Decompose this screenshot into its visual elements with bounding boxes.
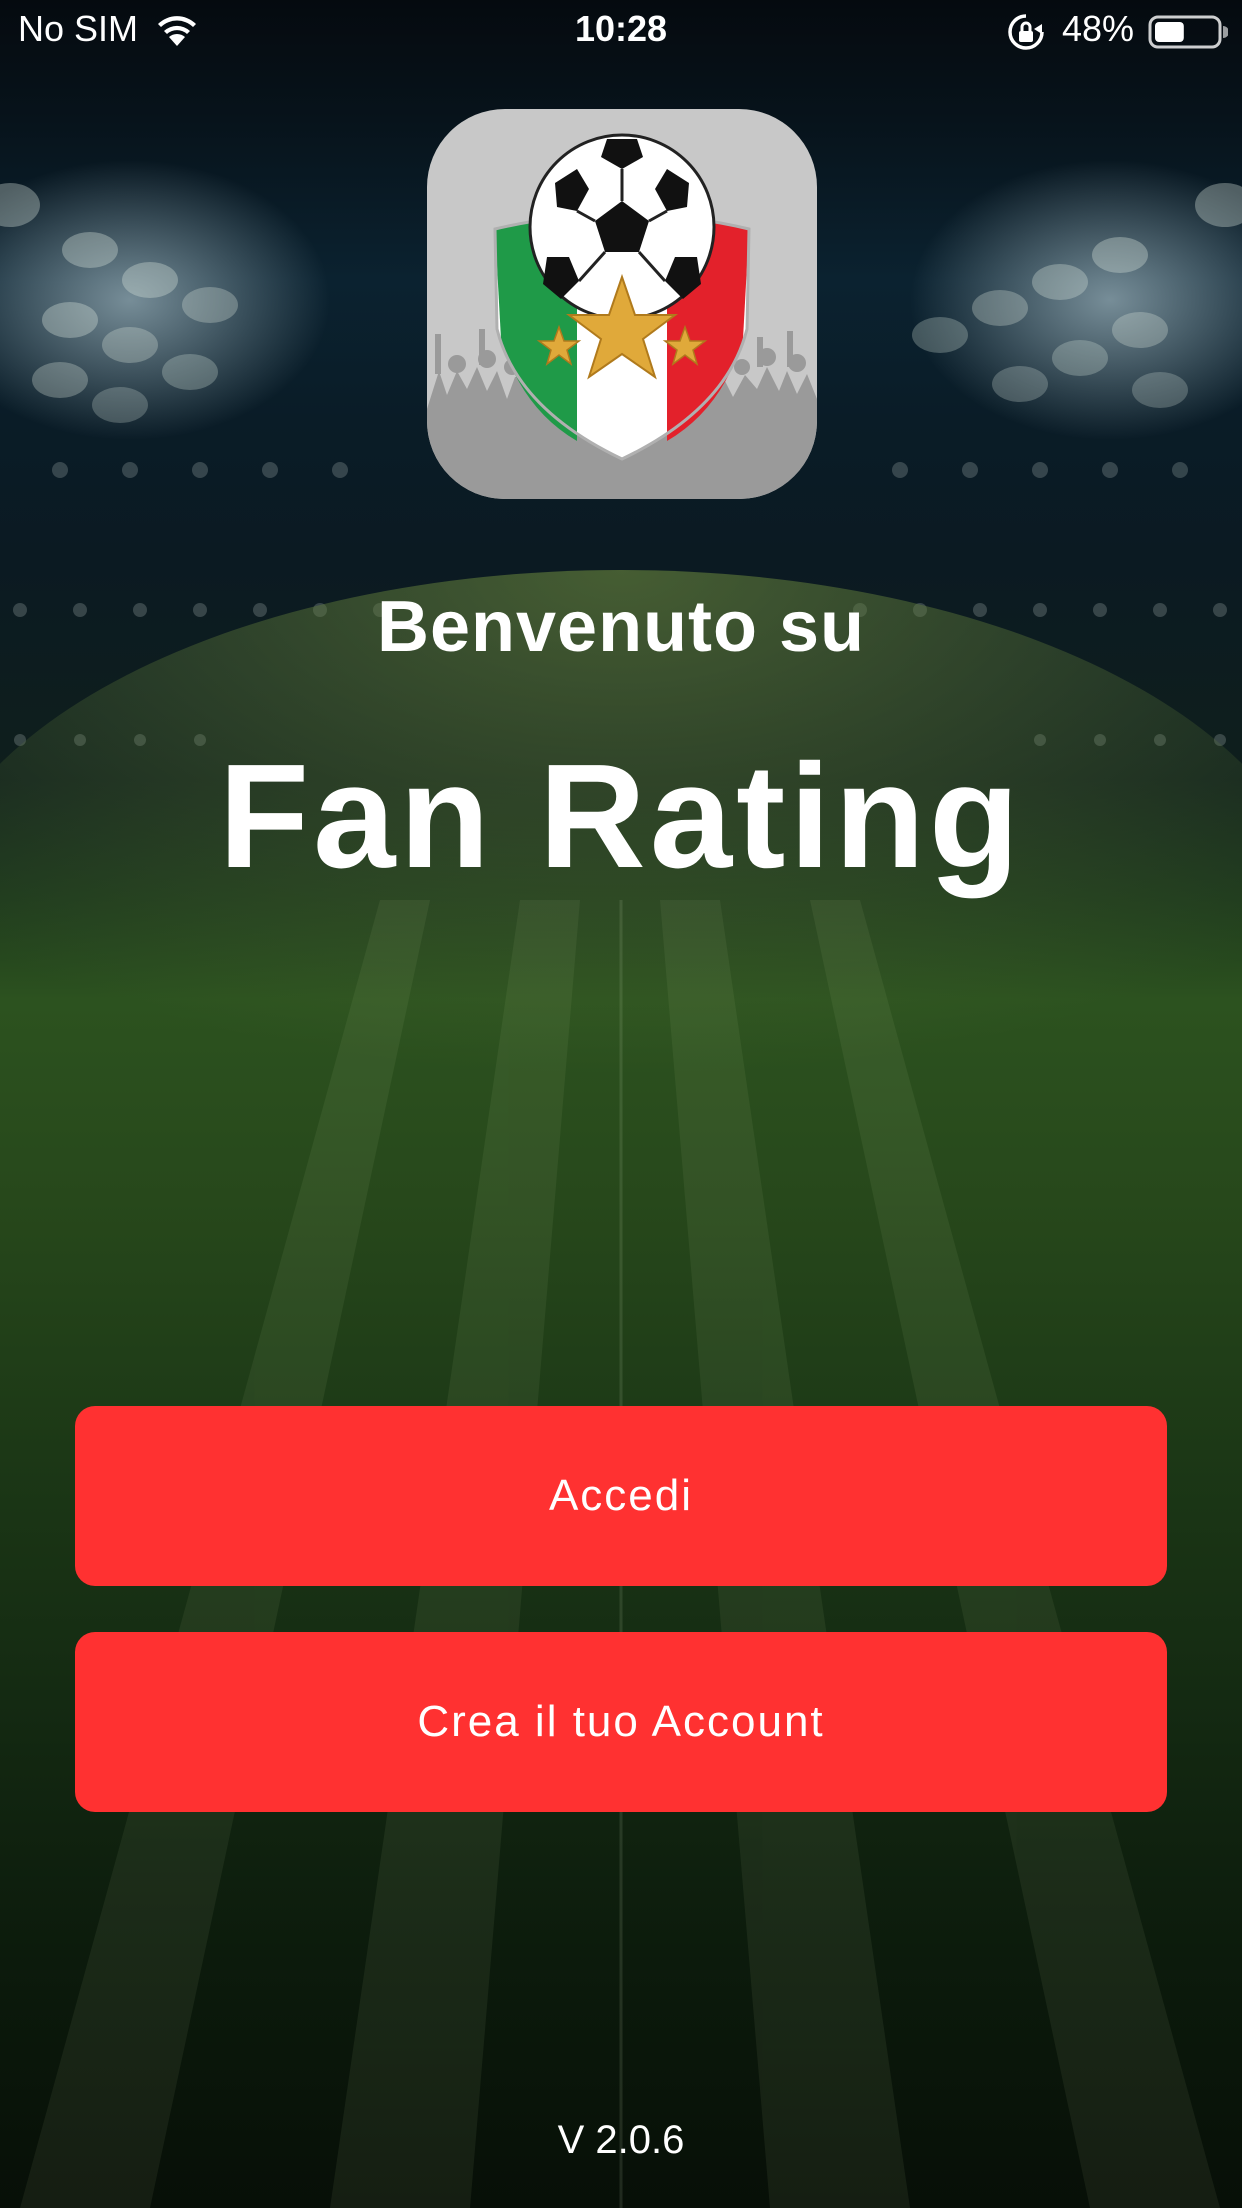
status-time: 10:28 xyxy=(574,8,668,49)
status-bar: No SIM 10:28 48% xyxy=(0,0,1242,62)
orientation-lock-icon xyxy=(1008,14,1044,50)
login-button[interactable]: Accedi xyxy=(75,1406,1167,1586)
app-logo xyxy=(427,109,817,499)
version-label: V 2.0.6 xyxy=(557,2118,685,2162)
welcome-title: Benvenuto su xyxy=(376,587,866,667)
battery-icon xyxy=(1148,15,1228,49)
battery-percentage: 48% xyxy=(1062,8,1135,49)
welcome-screen: No SIM 10:28 48% Benvenuto su Fan Rating… xyxy=(0,0,1242,2208)
create-account-button[interactable]: Crea il tuo Account xyxy=(75,1632,1167,1812)
app-name-title: Fan Rating xyxy=(218,734,1024,899)
